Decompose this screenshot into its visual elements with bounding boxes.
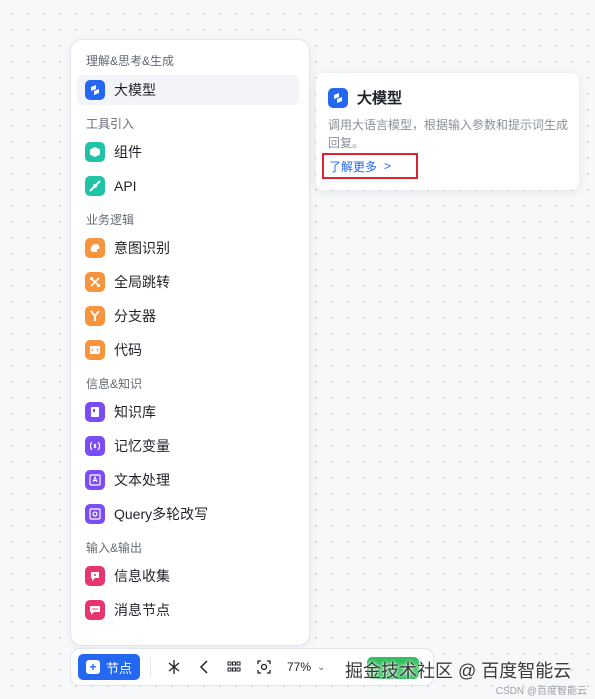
menu-item-branch[interactable]: 分支器 <box>77 301 299 331</box>
menu-item-label: 知识库 <box>114 404 156 420</box>
menu-item-label: 记忆变量 <box>114 438 170 454</box>
fit-view-icon[interactable] <box>249 653 279 681</box>
menu-item-label: 大模型 <box>114 82 156 98</box>
info-card-description: 调用大语言模型，根据输入参数和提示词生成回复。 <box>328 118 569 150</box>
menu-item-label: 文本处理 <box>114 472 170 488</box>
jump-icon <box>85 272 105 292</box>
zoom-select[interactable]: 77% ⌄ <box>287 660 325 674</box>
group-title-tools: 工具引入 <box>86 117 135 131</box>
llm-icon <box>85 80 105 100</box>
menu-item-component[interactable]: 组件 <box>77 137 299 167</box>
menu-item-query-rewrite[interactable]: Query多轮改写 <box>77 499 299 529</box>
knowledge-base-icon <box>85 402 105 422</box>
menu-item-label: 消息节点 <box>114 602 170 618</box>
learn-more-link[interactable]: 了解更多 > <box>322 153 418 179</box>
variable-icon <box>85 436 105 456</box>
intent-icon <box>85 238 105 258</box>
plus-icon: + <box>85 660 100 674</box>
menu-item-label: 全局跳转 <box>114 274 170 290</box>
menu-item-knowledge-base[interactable]: 知识库 <box>77 397 299 427</box>
menu-item-code[interactable]: 代码 <box>77 335 299 365</box>
menu-item-label: Query多轮改写 <box>114 506 209 522</box>
llm-icon <box>328 87 348 108</box>
zoom-level: 77% <box>287 660 312 674</box>
toolbar-divider <box>150 657 151 677</box>
api-icon <box>85 176 105 196</box>
chevron-right-icon: > <box>384 159 392 173</box>
info-card-header: 大模型 <box>328 87 402 108</box>
menu-item-label: API <box>114 178 137 194</box>
node-menu: 理解&思考&生成 大模型 工具引入 组件 API 业务逻辑 意图识别 全局跳转 <box>70 39 310 646</box>
menu-item-text-process[interactable]: 文本处理 <box>77 465 299 495</box>
menu-item-label: 信息收集 <box>114 568 170 584</box>
menu-item-label: 组件 <box>114 144 142 160</box>
menu-item-label: 代码 <box>114 342 142 358</box>
message-icon <box>85 600 105 620</box>
group-title-knowledge: 信息&知识 <box>86 377 143 391</box>
pointer-icon[interactable] <box>189 653 219 681</box>
learn-more-label: 了解更多 <box>329 159 378 174</box>
menu-item-message-node[interactable]: 消息节点 <box>77 595 299 625</box>
menu-item-label: 分支器 <box>114 308 156 324</box>
grid-icon[interactable] <box>219 653 249 681</box>
component-icon <box>85 142 105 162</box>
add-node-label: 节点 <box>105 660 132 676</box>
code-icon <box>85 340 105 360</box>
collect-icon <box>85 566 105 586</box>
text-process-icon <box>85 470 105 490</box>
menu-item-global-jump[interactable]: 全局跳转 <box>77 267 299 297</box>
watermark: 掘金技术社区 @ 百度智能云 <box>345 661 572 681</box>
add-node-button[interactable]: + 节点 <box>78 654 140 680</box>
info-card-title: 大模型 <box>357 90 403 107</box>
menu-item-info-collect[interactable]: 信息收集 <box>77 561 299 591</box>
menu-item-api[interactable]: API <box>77 171 299 201</box>
chevron-down-icon: ⌄ <box>317 661 326 673</box>
group-title-generate: 理解&思考&生成 <box>86 54 175 68</box>
node-info-card: 大模型 调用大语言模型，根据输入参数和提示词生成回复。 了解更多 > <box>316 73 579 190</box>
layout-icon[interactable] <box>159 653 189 681</box>
menu-item-memory-variable[interactable]: 记忆变量 <box>77 431 299 461</box>
group-title-io: 输入&输出 <box>86 541 143 555</box>
query-rewrite-icon <box>85 504 105 524</box>
branch-icon <box>85 306 105 326</box>
menu-item-llm[interactable]: 大模型 <box>77 75 299 105</box>
csdn-watermark: CSDN @百度智能云 <box>495 686 587 697</box>
menu-item-intent[interactable]: 意图识别 <box>77 233 299 263</box>
menu-item-label: 意图识别 <box>114 240 170 256</box>
group-title-logic: 业务逻辑 <box>86 213 135 227</box>
